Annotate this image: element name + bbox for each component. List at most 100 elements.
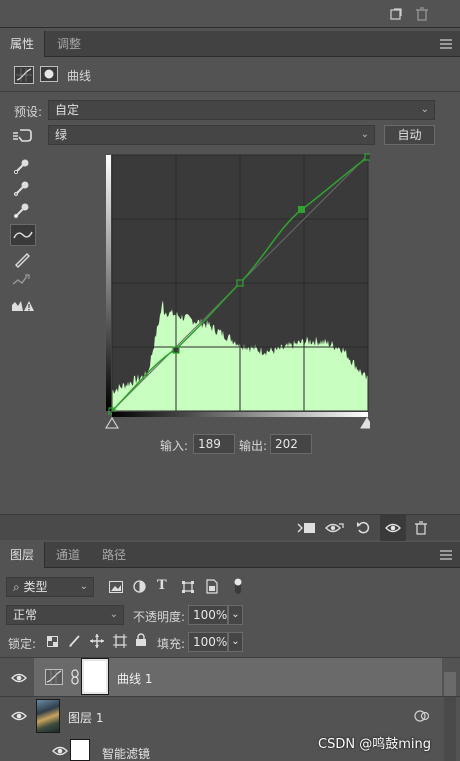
preset-label: 预设: [14, 105, 43, 119]
eyedropper-white-icon[interactable] [13, 201, 31, 219]
blend-mode-value: 正常 [13, 608, 38, 622]
tab-channels-label: 通道 [56, 548, 81, 562]
opacity-value: 100% [193, 608, 228, 622]
chevron-down-icon: ⌄ [79, 581, 88, 592]
layers-scrollbar-thumb[interactable] [444, 672, 456, 696]
layer-row-curves[interactable]: 曲线 1 [0, 657, 460, 697]
fill-field[interactable]: 100% [188, 632, 228, 652]
lock-position-icon[interactable] [90, 634, 104, 648]
tab-adjustments-label: 调整 [57, 37, 82, 51]
channel-select[interactable]: 绿 ⌄ [48, 125, 375, 145]
curves-graph[interactable] [104, 153, 374, 435]
tab-paths-label: 路径 [102, 548, 127, 562]
lock-label: 锁定: [8, 637, 37, 651]
eyedropper-black-icon[interactable] [13, 157, 31, 175]
mask-icon[interactable] [40, 66, 58, 82]
eye-icon [385, 523, 401, 533]
opacity-label: 不透明度: [133, 610, 186, 624]
layer-filter-value: 类型 [23, 580, 48, 594]
tab-adjustments[interactable]: 调整 [47, 31, 91, 57]
curves-layer-icon [45, 669, 63, 685]
top-strip [0, 0, 460, 28]
lock-transparent-icon[interactable] [47, 636, 58, 647]
chevron-down-icon: ⌄ [360, 129, 369, 140]
link-chain-icon[interactable] [70, 669, 80, 685]
filter-shape-icon[interactable] [181, 580, 195, 594]
filter-type-icon[interactable]: T [157, 578, 167, 593]
filter-smart-object-icon[interactable] [205, 579, 219, 594]
chevron-down-icon: ⌄ [231, 636, 240, 647]
output-value: 202 [275, 437, 298, 451]
view-previous-icon[interactable] [325, 521, 345, 535]
input-value: 189 [198, 437, 221, 451]
smooth-icon[interactable] [12, 272, 32, 288]
smart-filter-indicator-icon [414, 710, 430, 722]
opacity-dropdown[interactable]: ⌄ [228, 605, 243, 625]
layer-name-image[interactable]: 图层 1 [68, 709, 103, 726]
layer-filter-select[interactable]: ⌕ 类型 ⌄ [6, 577, 94, 597]
tab-paths[interactable]: 路径 [92, 542, 136, 568]
lock-artboard-icon[interactable] [113, 634, 127, 648]
black-point-slider [105, 417, 119, 429]
trash-icon[interactable] [416, 7, 428, 21]
trash-icon[interactable] [415, 521, 427, 535]
output-gradient-bar [106, 155, 111, 411]
eye-icon[interactable] [52, 745, 68, 757]
search-icon: ⌕ [13, 580, 24, 594]
curves-adjustment-icon[interactable] [14, 66, 34, 84]
eyedropper-gray-icon[interactable] [13, 179, 31, 197]
chevron-down-icon: ⌄ [109, 609, 118, 620]
curve-point-white [364, 153, 372, 161]
blend-mode-select[interactable]: 正常 ⌄ [6, 605, 124, 625]
layers-scrollbar-track[interactable] [444, 697, 456, 735]
output-label: 输出: [239, 439, 268, 453]
tab-properties[interactable]: 属性 [0, 31, 46, 57]
curve-point-1 [172, 346, 180, 354]
layer-name-curves[interactable]: 曲线 1 [117, 670, 152, 687]
curve-wave-icon [13, 231, 33, 239]
layer-row-image[interactable]: 图层 1 [0, 697, 460, 735]
layer-mask-thumbnail[interactable] [81, 658, 109, 695]
auto-button-label: 自动 [397, 128, 422, 142]
new-layer-icon[interactable] [390, 8, 402, 20]
output-value-field[interactable]: 202 [270, 434, 312, 454]
tab-channels[interactable]: 通道 [46, 542, 90, 568]
properties-tabbar: 属性 调整 [0, 31, 460, 57]
filter-adjustment-icon[interactable] [133, 580, 146, 593]
input-label: 输入: [160, 439, 189, 453]
lock-pixels-icon[interactable] [68, 634, 82, 648]
reset-icon[interactable] [356, 520, 372, 536]
clipping-warning-icon[interactable] [11, 297, 35, 313]
input-value-field[interactable]: 189 [193, 434, 235, 454]
fill-dropdown[interactable]: ⌄ [228, 632, 243, 652]
filter-toggle-icon[interactable] [232, 577, 244, 595]
input-gradient-bar [112, 412, 368, 417]
opacity-field[interactable]: 100% [188, 605, 228, 625]
properties-header: 曲线 [0, 58, 460, 92]
preset-value: 自定 [55, 103, 80, 117]
curve-point-2 [236, 279, 244, 287]
eye-icon[interactable] [11, 672, 27, 684]
visibility-toggle-bg[interactable] [380, 515, 406, 541]
lock-all-icon[interactable] [135, 633, 147, 647]
curve-point-tool[interactable] [10, 224, 36, 246]
layer-name-smart-filters[interactable]: 智能滤镜 [102, 745, 150, 761]
panel-menu-icon[interactable] [440, 39, 452, 49]
tab-layers[interactable]: 图层 [0, 542, 46, 568]
auto-button[interactable]: 自动 [384, 125, 435, 145]
curves-graph-container [104, 153, 374, 435]
fill-label: 填充: [157, 637, 186, 651]
target-adjust-hand-icon[interactable] [13, 127, 35, 143]
eye-icon[interactable] [11, 710, 27, 722]
tab-layers-label: 图层 [10, 548, 35, 562]
smart-filter-mask-thumbnail[interactable] [70, 739, 90, 761]
pencil-icon[interactable] [13, 250, 31, 268]
layers-scrollbar-track-lower[interactable] [444, 735, 456, 761]
preset-select[interactable]: 自定 ⌄ [48, 100, 435, 120]
properties-footer [0, 514, 460, 541]
channel-value: 绿 [55, 128, 68, 142]
filter-pixel-icon[interactable] [109, 581, 123, 593]
panel-menu-icon[interactable] [440, 550, 452, 560]
clip-to-layer-icon[interactable] [297, 521, 317, 535]
tab-properties-label: 属性 [10, 37, 35, 51]
